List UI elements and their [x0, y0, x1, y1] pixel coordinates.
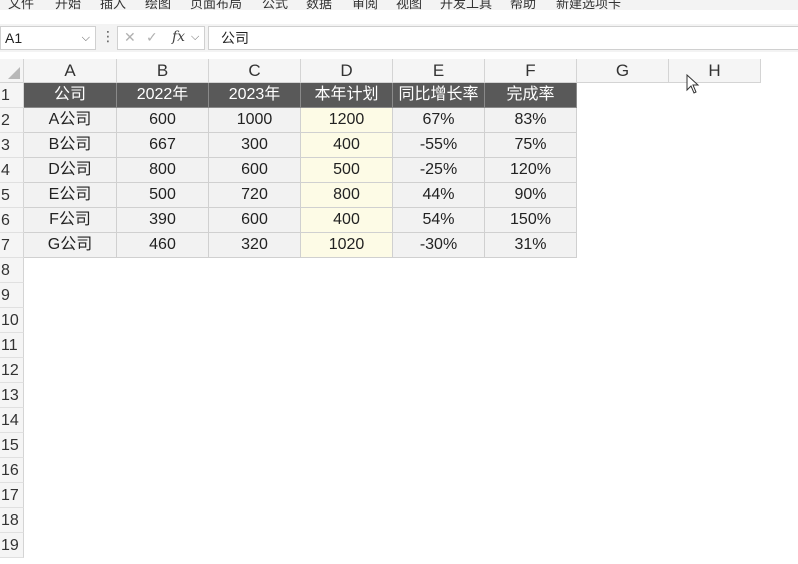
table-header-cell[interactable]: 本年计划 — [301, 83, 393, 108]
table-cell[interactable]: 150% — [485, 208, 577, 233]
table-cell[interactable]: 600 — [117, 108, 209, 133]
table-cell[interactable]: 44% — [393, 183, 485, 208]
table-cell[interactable]: 1020 — [301, 233, 393, 258]
ribbon-tab[interactable]: 数据 — [306, 0, 332, 10]
table-header-cell[interactable]: 2022年 — [117, 83, 209, 108]
select-all-button[interactable] — [0, 59, 24, 83]
row-header-13[interactable]: 13 — [0, 383, 24, 408]
name-box-value: A1 — [5, 30, 23, 46]
formula-bar: A1 ⌵ ⋮ ✕ ✓ fx ⌵ 公司 — [0, 24, 798, 52]
row-header-10[interactable]: 10 — [0, 308, 24, 333]
table-cell[interactable]: 300 — [209, 133, 301, 158]
more-vertical-icon[interactable]: ⋮ — [101, 28, 115, 45]
ribbon-tab[interactable]: 绘图 — [145, 0, 171, 10]
table-cell[interactable]: 320 — [209, 233, 301, 258]
table-cell[interactable]: 800 — [301, 183, 393, 208]
table-cell[interactable]: -30% — [393, 233, 485, 258]
ribbon-tab[interactable]: 插入 — [100, 0, 126, 10]
table-cell[interactable]: D公司 — [24, 158, 117, 183]
row-header-1[interactable]: 1 — [0, 83, 24, 108]
row-header-8[interactable]: 8 — [0, 258, 24, 283]
ribbon-tab[interactable]: 页面布局 — [190, 0, 242, 10]
ribbon-tab[interactable]: 开发工具 — [440, 0, 492, 10]
table-cell[interactable]: 390 — [117, 208, 209, 233]
table-cell[interactable]: B公司 — [24, 133, 117, 158]
ribbon-tab[interactable]: 开始 — [55, 0, 81, 10]
column-header-a[interactable]: A — [24, 59, 117, 83]
row-header-6[interactable]: 6 — [0, 208, 24, 233]
ribbon-tab[interactable]: 视图 — [396, 0, 422, 10]
table-cell[interactable]: 1200 — [301, 108, 393, 133]
table-cell[interactable]: 31% — [485, 233, 577, 258]
confirm-icon[interactable]: ✓ — [146, 29, 158, 46]
row-header-18[interactable]: 18 — [0, 508, 24, 533]
mouse-cursor-icon — [686, 74, 700, 94]
table-cell[interactable]: -55% — [393, 133, 485, 158]
formula-buttons: ✕ ✓ fx ⌵ — [117, 26, 205, 50]
table-cell[interactable]: 400 — [301, 133, 393, 158]
row-header-12[interactable]: 12 — [0, 358, 24, 383]
table-cell[interactable]: 600 — [209, 208, 301, 233]
table-cell[interactable]: 400 — [301, 208, 393, 233]
ribbon-tab[interactable]: 公式 — [262, 0, 288, 10]
cancel-icon[interactable]: ✕ — [124, 29, 136, 46]
column-header-d[interactable]: D — [301, 59, 393, 83]
ribbon-tabs: 文件 开始 插入 绘图 页面布局 公式 数据 审阅 视图 开发工具 帮助 新建选项卡 — [0, 0, 798, 10]
table-cell[interactable]: 500 — [117, 183, 209, 208]
table-cell[interactable]: -25% — [393, 158, 485, 183]
table-header-cell[interactable]: 同比增长率 — [393, 83, 485, 108]
ribbon-tab[interactable]: 新建选项卡 — [556, 0, 621, 10]
table-cell[interactable]: 54% — [393, 208, 485, 233]
sheet-grid[interactable]: A B C D E F G H 1 2 3 4 5 6 7 8 9 10 11 12 13 14 15 16 17 18 19 公司 2… — [0, 59, 798, 564]
table-header-cell[interactable]: 2023年 — [209, 83, 301, 108]
chevron-down-icon[interactable]: ⌵ — [82, 27, 90, 49]
table-cell[interactable]: A公司 — [24, 108, 117, 133]
table-cell[interactable]: 1000 — [209, 108, 301, 133]
table-cell[interactable]: 83% — [485, 108, 577, 133]
table-cell[interactable]: 720 — [209, 183, 301, 208]
table-cell[interactable]: F公司 — [24, 208, 117, 233]
row-header-17[interactable]: 17 — [0, 483, 24, 508]
ribbon-tab[interactable]: 审阅 — [352, 0, 378, 10]
table-cell[interactable]: 500 — [301, 158, 393, 183]
row-header-9[interactable]: 9 — [0, 283, 24, 308]
column-header-e[interactable]: E — [393, 59, 485, 83]
table-cell[interactable]: 67% — [393, 108, 485, 133]
row-header-4[interactable]: 4 — [0, 158, 24, 183]
chevron-down-icon[interactable]: ⌵ — [191, 31, 199, 44]
table-cell[interactable]: 460 — [117, 233, 209, 258]
row-header-5[interactable]: 5 — [0, 183, 24, 208]
column-header-b[interactable]: B — [117, 59, 209, 83]
row-header-14[interactable]: 14 — [0, 408, 24, 433]
table-cell[interactable]: 800 — [117, 158, 209, 183]
formula-input[interactable]: 公司 — [208, 26, 798, 50]
row-header-16[interactable]: 16 — [0, 458, 24, 483]
ribbon-tab[interactable]: 帮助 — [510, 0, 536, 10]
column-header-c[interactable]: C — [209, 59, 301, 83]
column-header-g[interactable]: G — [577, 59, 669, 83]
insert-function-icon[interactable]: fx — [172, 29, 185, 45]
table-cell[interactable]: E公司 — [24, 183, 117, 208]
table-cell[interactable]: 667 — [117, 133, 209, 158]
row-header-11[interactable]: 11 — [0, 333, 24, 358]
table-cell[interactable]: 600 — [209, 158, 301, 183]
table-cell[interactable]: 120% — [485, 158, 577, 183]
table-header-cell[interactable]: 公司 — [24, 83, 117, 108]
row-header-7[interactable]: 7 — [0, 233, 24, 258]
table-cell[interactable]: 75% — [485, 133, 577, 158]
table-cell[interactable]: G公司 — [24, 233, 117, 258]
table-cell[interactable]: 90% — [485, 183, 577, 208]
column-header-h[interactable]: H — [669, 59, 761, 83]
column-header-f[interactable]: F — [485, 59, 577, 83]
name-box[interactable]: A1 ⌵ — [0, 26, 96, 50]
row-header-15[interactable]: 15 — [0, 433, 24, 458]
row-header-19[interactable]: 19 — [0, 533, 24, 558]
row-header-3[interactable]: 3 — [0, 133, 24, 158]
table-header-cell[interactable]: 完成率 — [485, 83, 577, 108]
ribbon-tab[interactable]: 文件 — [8, 0, 34, 10]
row-header-2[interactable]: 2 — [0, 108, 24, 133]
